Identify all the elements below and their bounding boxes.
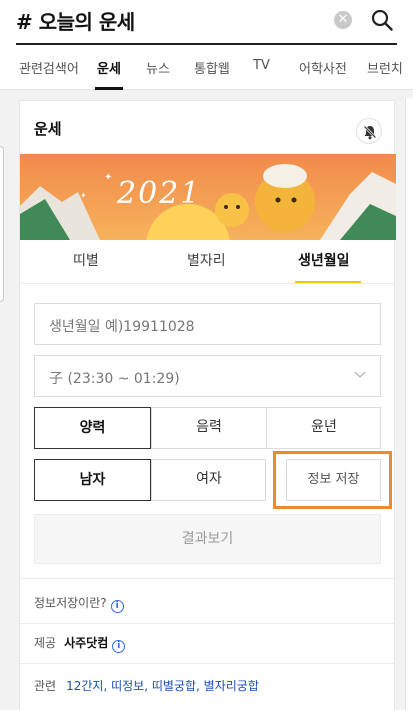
divider <box>20 623 396 624</box>
svg-text:✦: ✦ <box>80 191 87 200</box>
tab-web[interactable]: 통합웹 <box>194 58 230 77</box>
provider-name[interactable]: 사주닷컴 <box>64 636 108 650</box>
provider-label: 제공 <box>34 636 57 650</box>
clear-circle-icon[interactable]: ✕ <box>334 11 352 29</box>
tab-news[interactable]: 뉴스 <box>146 58 170 77</box>
tab-fortune[interactable]: 운세 <box>97 58 121 77</box>
tab-tv[interactable]: TV <box>253 58 270 73</box>
category-tabs: 관련검색어 운세 뉴스 통합웹 TV 어학사전 브런치 <box>0 46 413 90</box>
card-title: 운세 <box>34 120 62 138</box>
related-label: 관련 <box>34 679 57 693</box>
subtab-zodiac[interactable]: 띠별 <box>73 250 99 270</box>
search-icon[interactable] <box>371 9 393 31</box>
svg-text:✦: ✦ <box>104 172 112 183</box>
highlight-box <box>273 451 392 509</box>
fortune-banner: ✦ ✦ 2021 <box>20 154 396 240</box>
info-icon[interactable]: i <box>112 640 126 653</box>
subtab-birthdate[interactable]: 생년월일 <box>298 250 350 270</box>
related-link-zodiac-info[interactable]: 띠정보 <box>111 679 144 693</box>
tab-brunch[interactable]: 브런치 <box>367 58 403 77</box>
view-result-button[interactable]: 결과보기 <box>34 514 381 564</box>
subtab-constellation[interactable]: 별자리 <box>187 250 226 270</box>
save-info-help[interactable]: 정보저장이란? i <box>34 594 124 613</box>
active-tab-indicator <box>95 87 123 90</box>
lunar-calendar-button[interactable]: 음력 <box>151 407 266 449</box>
active-subtab-indicator <box>295 281 361 283</box>
search-underline <box>16 43 397 45</box>
birth-time-value: 子 (23:30 ~ 01:29) <box>49 371 180 387</box>
fortune-card: 운세 ✦ ✦ 2021 띠별 별자리 생년월일 생년월일 예)19911028 … <box>19 100 396 710</box>
info-icon[interactable]: i <box>110 600 124 613</box>
provider-row: 제공 사주닷컴 i <box>34 634 126 653</box>
divider <box>20 578 396 579</box>
chevron-down-icon <box>354 371 366 378</box>
gender-group: 남자 여자 <box>34 459 266 501</box>
solar-calendar-button[interactable]: 양력 <box>34 407 151 449</box>
search-query[interactable]: # 오늘의 운세 <box>16 6 135 35</box>
birthdate-input[interactable]: 생년월일 예)19911028 <box>34 303 381 345</box>
next-card-edge[interactable] <box>405 98 413 710</box>
related-link-12-zodiac[interactable]: 12간지 <box>66 679 103 693</box>
birth-time-select[interactable]: 子 (23:30 ~ 01:29) <box>34 355 381 397</box>
banner-year: 2021 <box>117 176 202 211</box>
subtab-divider <box>20 283 396 284</box>
related-link-zodiac-match[interactable]: 띠별궁합 <box>152 679 196 693</box>
tab-dictionary[interactable]: 어학사전 <box>299 58 347 77</box>
save-info-help-label: 정보저장이란? <box>34 596 107 610</box>
divider <box>20 663 396 664</box>
related-row: 관련 12간지, 띠정보, 띠별궁합, 별자리궁합 <box>34 679 259 693</box>
calendar-type-group: 양력 음력 윤년 <box>34 407 381 449</box>
previous-card-edge[interactable] <box>0 146 4 302</box>
banner-illustration: ✦ ✦ <box>20 154 396 240</box>
tab-related-search[interactable]: 관련검색어 <box>19 58 79 77</box>
related-link-constellation-match[interactable]: 별자리궁합 <box>204 679 259 693</box>
search-bar: # 오늘의 운세 ✕ <box>0 0 413 46</box>
male-button[interactable]: 남자 <box>34 459 151 501</box>
notification-off-icon[interactable] <box>356 118 382 144</box>
female-button[interactable]: 여자 <box>151 459 266 501</box>
leap-month-button[interactable]: 윤년 <box>266 407 381 449</box>
